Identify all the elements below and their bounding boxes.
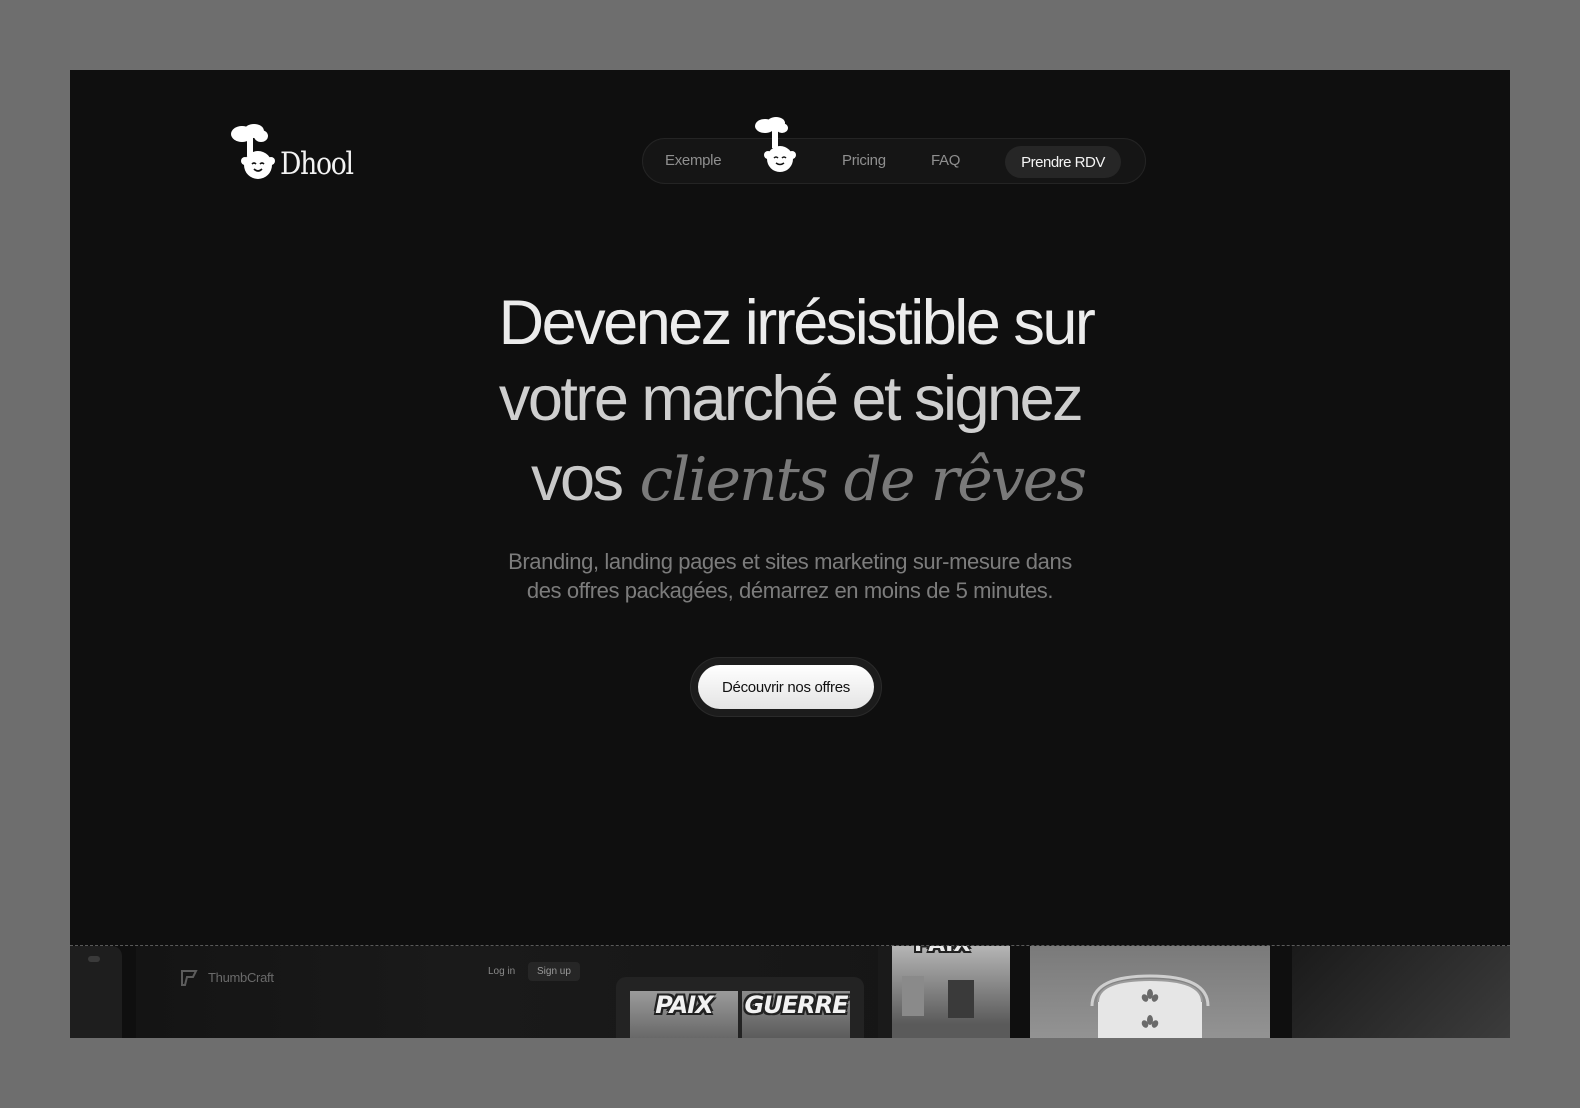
thumbnail-left: PAIX: [630, 991, 738, 1038]
hero-cta-wrapper: Découvrir nos offres: [690, 657, 882, 717]
showcase-card-packaging[interactable]: [1030, 946, 1270, 1038]
thumbnail-left-text: PAIX: [655, 991, 713, 1019]
nav-link-pricing[interactable]: Pricing: [842, 152, 886, 169]
game-thumbnail: PAIX: [892, 946, 1010, 1038]
packaging-jar-image: [1090, 974, 1210, 1038]
hero-subtitle: Branding, landing pages et sites marketi…: [508, 549, 1072, 603]
discover-offers-button[interactable]: Découvrir nos offres: [698, 665, 874, 709]
chef-mascot-icon: [755, 117, 796, 172]
showcase-card-thumbcraft[interactable]: ThumbCraft Log in Sign up PAIX GUERRE: [136, 946, 936, 1038]
game-ground: [892, 1024, 1010, 1038]
nav-link-exemple[interactable]: Exemple: [665, 152, 722, 169]
book-appointment-button[interactable]: Prendre RDV: [1005, 146, 1121, 178]
phone-notch: [88, 956, 100, 962]
nav-mascot[interactable]: [751, 117, 801, 177]
showcase-card-phone[interactable]: [70, 946, 122, 1038]
thumbcraft-logo-icon: [181, 970, 198, 986]
thumbcraft-signup-button[interactable]: Sign up: [528, 962, 580, 981]
hero-title-plain: vos: [530, 444, 624, 514]
main-nav: Exemple Pricing FAQ Prendre RDV: [642, 117, 1146, 184]
brand-name: Dhool: [280, 146, 354, 182]
game-figure-left: [902, 976, 924, 1016]
nav-link-faq[interactable]: FAQ: [931, 152, 960, 169]
game-thumbnail-text: PAIX: [914, 946, 970, 957]
hero-title-italic: clients de rêves: [639, 445, 1087, 515]
hero-title-line-1: Devenez irrésistible sur: [498, 288, 1096, 358]
showcase-card-dark[interactable]: [1292, 946, 1510, 1038]
thumbcraft-login-link[interactable]: Log in: [488, 966, 515, 977]
thumbcraft-name: ThumbCraft: [208, 970, 274, 985]
page-frame: Dhool Exemple Pricing FAQ Prendre RDV De…: [70, 70, 1510, 1038]
game-figure-right: [948, 980, 974, 1018]
thumbcraft-preview-panel: PAIX GUERRE: [616, 977, 864, 1038]
hero-title-line-2: votre marché et signez: [498, 364, 1084, 434]
chef-mascot-icon: [231, 124, 275, 179]
hero-title-line-3: vos clients de rêves: [70, 448, 1510, 511]
thumbnail-right-text: GUERRE: [744, 991, 849, 1019]
showcase-card-game[interactable]: PAIX: [878, 946, 1010, 1038]
brand-logo[interactable]: Dhool: [230, 124, 365, 182]
thumbnail-right: GUERRE: [742, 991, 850, 1038]
showcase-strip: ThumbCraft Log in Sign up PAIX GUERRE PA…: [70, 946, 1510, 1038]
